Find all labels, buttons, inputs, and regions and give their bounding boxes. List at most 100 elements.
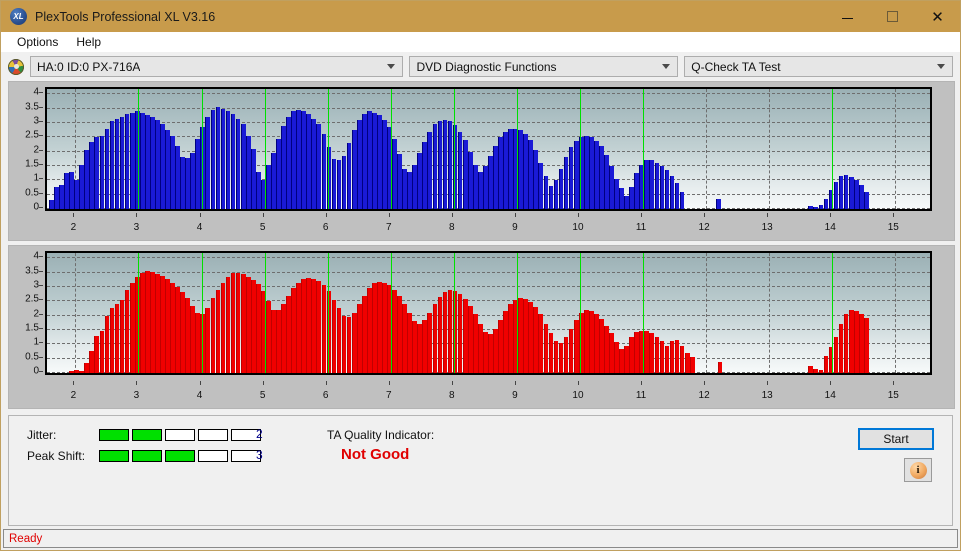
menu-item-options[interactable]: Options: [8, 32, 67, 52]
meter-cell: [99, 450, 129, 462]
chart-bar: [674, 183, 680, 209]
chart-bar: [417, 324, 423, 373]
gridline-vertical: [895, 253, 897, 373]
marker-line: [516, 89, 518, 209]
chart-bar: [407, 171, 412, 209]
chart-bar: [245, 135, 251, 209]
chart-bar: [366, 288, 372, 373]
chart-bar: [124, 289, 130, 373]
x-axis-tick: [830, 213, 832, 217]
chart-bar: [649, 160, 655, 209]
chart-bar: [321, 285, 327, 373]
x-axis-tick-label: 12: [698, 222, 710, 233]
x-axis-tick-label: 11: [635, 222, 647, 233]
y-axis-tick: [39, 192, 43, 194]
chart-bar: [341, 155, 347, 209]
chart-bar: [588, 311, 594, 373]
chart-bar: [498, 137, 503, 209]
chart-bar: [377, 115, 382, 209]
chart-bar: [104, 128, 110, 209]
x-axis-tick-label: 5: [259, 390, 266, 401]
chart-bar: [94, 137, 100, 209]
function-select[interactable]: DVD Diagnostic Functions: [409, 56, 679, 77]
chart-bar: [392, 138, 397, 209]
chart-bar: [684, 352, 690, 373]
chart-bar: [149, 271, 155, 373]
chart-bar: [853, 311, 859, 373]
chart-bar: [99, 135, 105, 209]
x-axis-tick-label: 7: [385, 390, 392, 401]
marker-line: [516, 253, 518, 373]
chart-bar: [716, 198, 722, 209]
chart-bar: [447, 290, 453, 373]
chart-bar: [225, 276, 231, 373]
close-button[interactable]: ✕: [915, 1, 960, 32]
minimize-button[interactable]: [825, 1, 870, 32]
x-axis-tick-label: 2: [70, 222, 77, 233]
chart-bar: [583, 135, 589, 209]
maximize-button[interactable]: [870, 1, 915, 32]
meter-cell: [198, 429, 228, 441]
chart-bar: [528, 301, 534, 373]
chart-bar: [59, 184, 64, 209]
marker-line: [201, 253, 203, 373]
chart-bar: [477, 171, 483, 209]
chart-bar: [503, 132, 508, 209]
y-axis-tick: [39, 163, 43, 165]
y-axis-tick: [39, 342, 43, 344]
toolbar: HA:0 ID:0 PX-716A DVD Diagnostic Functio…: [1, 52, 960, 81]
chart-bar: [548, 186, 554, 209]
x-axis-tick: [262, 213, 264, 217]
chart-bar: [588, 137, 594, 209]
chart-bar: [614, 342, 619, 373]
chart-bar: [437, 296, 443, 373]
chart-bar: [220, 282, 226, 373]
chart-bar: [417, 153, 423, 209]
gridline-vertical: [769, 253, 771, 373]
chart-bar: [235, 272, 241, 373]
x-axis-tick: [136, 381, 138, 385]
chart-bar: [679, 345, 685, 373]
chart-bar: [79, 164, 85, 209]
gridline-horizontal: [47, 107, 930, 109]
x-axis-tick: [893, 213, 895, 217]
chart-bar: [548, 333, 554, 373]
chart-bar: [377, 281, 382, 373]
chart-bar: [518, 130, 524, 209]
y-axis-tick: [39, 356, 43, 358]
chart-bar: [109, 121, 115, 209]
chart-bar: [659, 341, 665, 373]
x-axis-tick-label: 13: [761, 390, 773, 401]
chart-bar: [543, 323, 549, 373]
chart-bar: [467, 151, 473, 209]
chart-bar: [64, 173, 69, 209]
chart-bar: [838, 176, 844, 209]
x-axis-tick: [388, 213, 390, 217]
drive-select[interactable]: HA:0 ID:0 PX-716A: [30, 56, 404, 77]
chart-bar: [84, 362, 90, 373]
chart-bar: [664, 345, 670, 373]
x-axis-tick: [451, 213, 453, 217]
start-button[interactable]: Start: [858, 428, 934, 450]
chart-bar: [553, 180, 559, 209]
meter-cell: [132, 450, 162, 462]
chart-bar: [432, 124, 438, 209]
chart-bar: [427, 131, 433, 209]
chart-bar: [609, 165, 614, 209]
x-axis-tick: [893, 381, 895, 385]
marker-line: [579, 89, 581, 209]
y-axis-tick: [39, 207, 43, 208]
info-button[interactable]: i: [904, 458, 932, 482]
y-axis-tick: [39, 327, 43, 329]
menu-item-help[interactable]: Help: [67, 32, 110, 52]
chart-bar: [412, 321, 418, 373]
chart-bar: [301, 278, 307, 373]
chart-bar: [230, 114, 236, 209]
chart-bar: [316, 124, 322, 209]
test-select[interactable]: Q-Check TA Test: [684, 56, 953, 77]
x-axis-tick-label: 14: [824, 222, 836, 233]
chart-bar: [457, 294, 463, 373]
chart-bar: [858, 184, 864, 209]
chart-bar: [482, 332, 488, 373]
chart-bar: [543, 176, 549, 209]
